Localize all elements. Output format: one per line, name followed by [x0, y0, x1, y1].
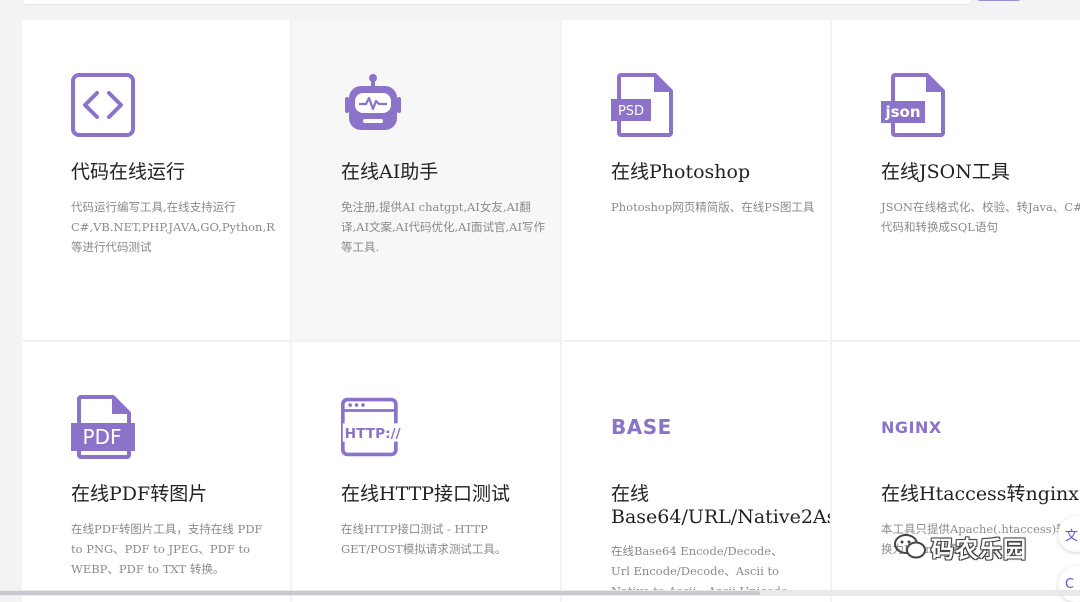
- card-description: JSON在线格式化、校验、转Java、C#代码和转换成SQL语句: [881, 200, 1080, 234]
- card-description: Photoshop网页精简版、在线PS图工具: [611, 200, 815, 214]
- tool-card-photoshop[interactable]: PSD 在线Photoshop Photoshop网页精简版、在线PS图工具: [562, 20, 830, 340]
- scrollbar-thumb[interactable]: [0, 591, 760, 595]
- wechat-icon: [894, 534, 926, 559]
- tool-card-json[interactable]: json 在线JSON工具 JSON在线格式化、校验、转Java、C#代码和转换…: [832, 20, 1080, 340]
- card-description: 免注册,提供AI chatgpt,AI女友,AI翻译,AI文案,AI代码优化,A…: [341, 200, 546, 254]
- psd-file-icon: PSD: [611, 73, 675, 137]
- svg-text:PSD: PSD: [618, 104, 644, 119]
- svg-text:json: json: [884, 103, 920, 121]
- card-title: 在线Photoshop: [611, 161, 751, 183]
- tool-card-base64[interactable]: BASE 在线Base64/URL/Native2Ascii 在线Base64 …: [562, 342, 830, 602]
- horizontal-scrollbar[interactable]: [0, 590, 1080, 596]
- translate-icon: 文: [1065, 528, 1079, 544]
- card-title: 在线Base64/URL/Native2Ascii: [611, 483, 830, 528]
- robot-icon: [341, 73, 405, 137]
- base-logo-icon: BASE: [611, 415, 672, 439]
- tool-card-http-test[interactable]: HTTP:// 在线HTTP接口测试 在线HTTP接口测试 - HTTP GET…: [292, 342, 560, 602]
- card-title: 代码在线运行: [71, 161, 186, 183]
- svg-text:PDF: PDF: [83, 425, 122, 449]
- tool-card-code-runner[interactable]: 代码在线运行 代码运行编写工具,在线支持运行C#,VB.NET,PHP,JAVA…: [22, 20, 290, 340]
- http-window-icon: HTTP://: [341, 395, 405, 459]
- card-title: 在线Htaccess转nginx: [881, 483, 1079, 505]
- card-title: 在线JSON工具: [881, 161, 1010, 183]
- card-description: 在线PDF转图片工具，支持在线 PDF to PNG、PDF to JPEG、P…: [71, 522, 263, 576]
- tool-grid: 代码在线运行 代码运行编写工具,在线支持运行C#,VB.NET,PHP,JAVA…: [0, 0, 1080, 602]
- watermark-text: 码农乐园: [931, 537, 1027, 563]
- card-description: 在线HTTP接口测试 - HTTP GET/POST模拟请求测试工具。: [341, 522, 507, 556]
- card-title: 在线PDF转图片: [71, 483, 208, 505]
- json-file-icon: json: [881, 73, 945, 137]
- card-title: 在线AI助手: [341, 161, 439, 183]
- code-brackets-icon: [71, 73, 135, 137]
- watermark: 码农乐园: [893, 532, 1027, 563]
- svg-text:HTTP://: HTTP://: [345, 426, 401, 442]
- pdf-file-icon: PDF: [71, 395, 135, 459]
- tool-card-ai-assistant[interactable]: 在线AI助手 免注册,提供AI chatgpt,AI女友,AI翻译,AI文案,A…: [292, 20, 560, 340]
- card-description: 代码运行编写工具,在线支持运行C#,VB.NET,PHP,JAVA,GO,Pyt…: [71, 200, 275, 254]
- nginx-logo-icon: NGINX: [881, 417, 942, 437]
- card-title: 在线HTTP接口测试: [341, 483, 511, 505]
- tool-card-pdf-to-image[interactable]: PDF 在线PDF转图片 在线PDF转图片工具，支持在线 PDF to PNG、…: [22, 342, 290, 602]
